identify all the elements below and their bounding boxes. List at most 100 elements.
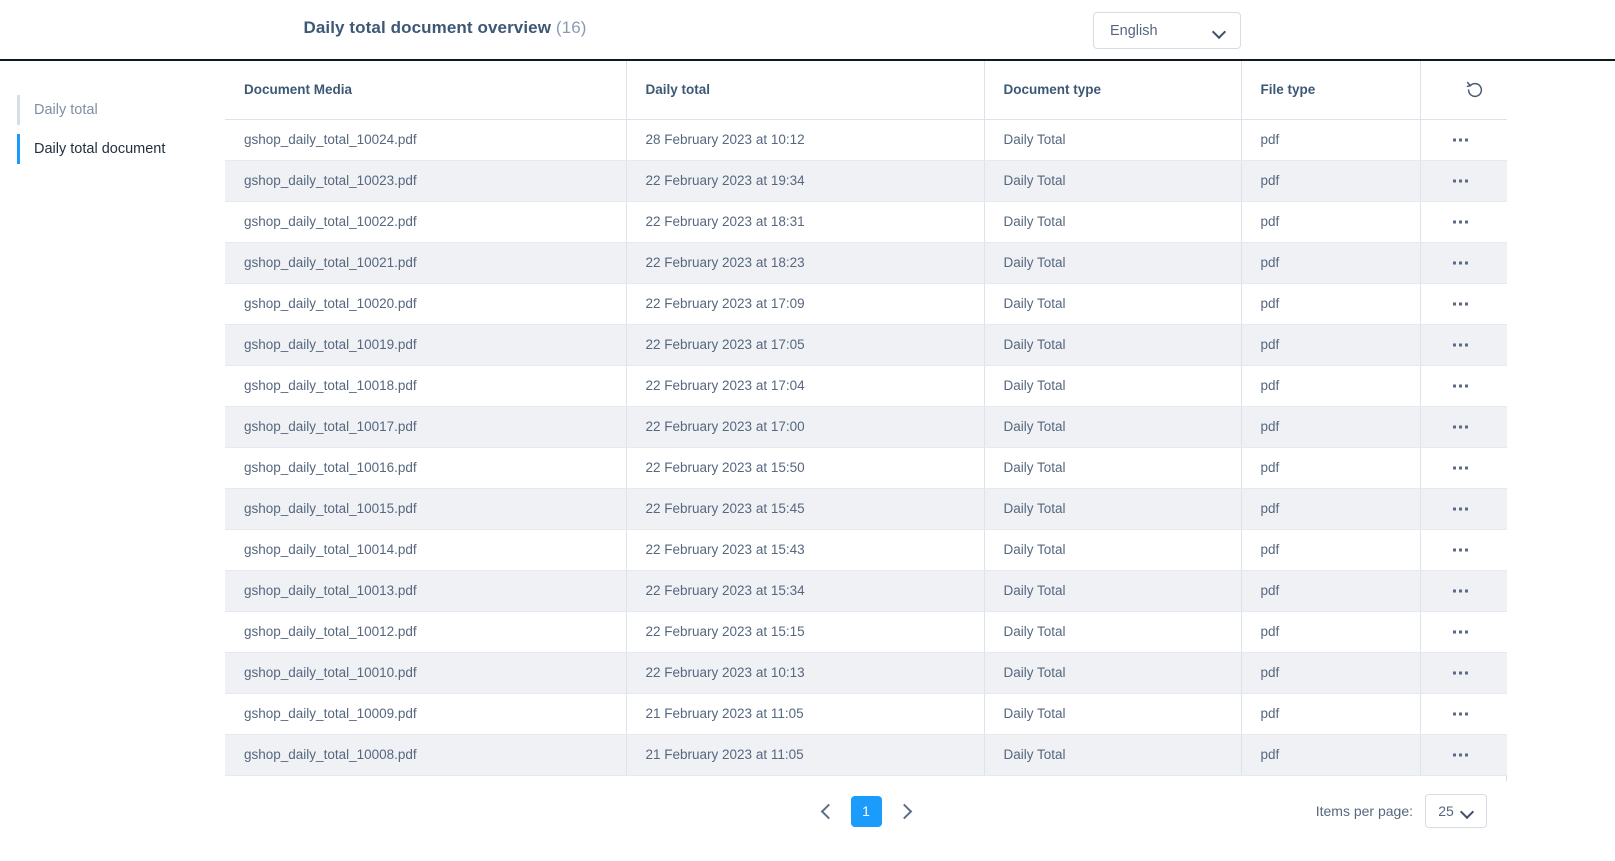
cell-file-type: pdf [1241, 488, 1421, 530]
cell-document-type: Daily Total [984, 447, 1242, 489]
ellipsis-icon[interactable] [1451, 173, 1470, 188]
cell-document-type: Daily Total [984, 611, 1242, 653]
cell-daily-total: 22 February 2023 at 18:31 [626, 201, 985, 243]
table-row[interactable]: gshop_daily_total_10014.pdf 22 February 2… [225, 529, 1507, 571]
cell-daily-total: 22 February 2023 at 19:34 [626, 160, 985, 202]
cell-actions [1420, 406, 1507, 448]
table-row[interactable]: gshop_daily_total_10013.pdf 22 February 2… [225, 570, 1507, 612]
cell-actions [1420, 488, 1507, 530]
ellipsis-icon[interactable] [1451, 132, 1470, 147]
table-row[interactable]: gshop_daily_total_10020.pdf 22 February 2… [225, 283, 1507, 325]
table-row[interactable]: gshop_daily_total_10009.pdf 21 February 2… [225, 693, 1507, 735]
page-title: Daily total document overview (16) [0, 18, 890, 38]
ellipsis-icon[interactable] [1451, 747, 1470, 762]
cell-file-type: pdf [1241, 406, 1421, 448]
cell-media: gshop_daily_total_10020.pdf [225, 283, 627, 325]
ellipsis-icon[interactable] [1451, 583, 1470, 598]
cell-file-type: pdf [1241, 611, 1421, 653]
cell-actions [1420, 242, 1507, 284]
column-header-daily-total[interactable]: Daily total [626, 61, 985, 120]
language-selector[interactable]: English [1093, 12, 1241, 49]
table-row[interactable]: gshop_daily_total_10016.pdf 22 February 2… [225, 447, 1507, 489]
chevron-down-icon [1213, 27, 1226, 35]
cell-document-type: Daily Total [984, 119, 1242, 161]
ellipsis-icon[interactable] [1451, 255, 1470, 270]
ellipsis-icon[interactable] [1451, 706, 1470, 721]
table-row[interactable]: gshop_daily_total_10022.pdf 22 February 2… [225, 201, 1507, 243]
cell-file-type: pdf [1241, 119, 1421, 161]
cell-actions [1420, 734, 1507, 776]
ellipsis-icon[interactable] [1451, 501, 1470, 516]
cell-media: gshop_daily_total_10014.pdf [225, 529, 627, 571]
ellipsis-icon[interactable] [1451, 542, 1470, 557]
cell-daily-total: 22 February 2023 at 18:23 [626, 242, 985, 284]
chevron-left-icon[interactable] [812, 796, 842, 826]
ellipsis-icon[interactable] [1451, 296, 1470, 311]
cell-file-type: pdf [1241, 570, 1421, 612]
cell-daily-total: 22 February 2023 at 17:00 [626, 406, 985, 448]
cell-media: gshop_daily_total_10015.pdf [225, 488, 627, 530]
cell-document-type: Daily Total [984, 529, 1242, 571]
cell-file-type: pdf [1241, 529, 1421, 571]
sidebar-item-label: Daily total [34, 102, 98, 118]
table-row[interactable]: gshop_daily_total_10023.pdf 22 February 2… [225, 160, 1507, 202]
cell-actions [1420, 201, 1507, 243]
cell-actions [1420, 529, 1507, 571]
chevron-right-icon[interactable] [891, 796, 921, 826]
cell-document-type: Daily Total [984, 242, 1242, 284]
cell-media: gshop_daily_total_10024.pdf [225, 119, 627, 161]
table-row[interactable]: gshop_daily_total_10015.pdf 22 February 2… [225, 488, 1507, 530]
ellipsis-icon[interactable] [1451, 214, 1470, 229]
table-row[interactable]: gshop_daily_total_10008.pdf 21 February 2… [225, 734, 1507, 776]
table-row[interactable]: gshop_daily_total_10019.pdf 22 February 2… [225, 324, 1507, 366]
refresh-icon[interactable] [1464, 79, 1486, 101]
cell-daily-total: 22 February 2023 at 17:04 [626, 365, 985, 407]
cell-document-type: Daily Total [984, 652, 1242, 694]
ellipsis-icon[interactable] [1451, 665, 1470, 680]
sidebar-item-daily-total[interactable]: Daily total [17, 95, 98, 125]
cell-daily-total: 28 February 2023 at 10:12 [626, 119, 985, 161]
sidebar-item-daily-total-document[interactable]: Daily total document [17, 134, 165, 164]
table-footer: 1 Items per page: 25 [225, 781, 1507, 841]
column-header-file-type[interactable]: File type [1241, 61, 1421, 120]
table-row[interactable]: gshop_daily_total_10021.pdf 22 February 2… [225, 242, 1507, 284]
sidebar-item-label: Daily total document [34, 141, 166, 157]
ellipsis-icon[interactable] [1451, 337, 1470, 352]
top-bar: Daily total document overview (16) Engli… [0, 0, 1615, 61]
cell-media: gshop_daily_total_10016.pdf [225, 447, 627, 489]
table-row[interactable]: gshop_daily_total_10010.pdf 22 February 2… [225, 652, 1507, 694]
cell-actions [1420, 160, 1507, 202]
ellipsis-icon[interactable] [1451, 419, 1470, 434]
column-header-actions [1420, 61, 1507, 120]
table-header-row: Document Media Daily total Document type… [225, 61, 1507, 120]
documents-table: Document Media Daily total Document type… [225, 61, 1507, 776]
app-root: Daily total document overview (16) Engli… [0, 0, 1615, 861]
sidebar: Daily total Daily total document [0, 61, 225, 861]
cell-media: gshop_daily_total_10017.pdf [225, 406, 627, 448]
language-selector-value: English [1110, 22, 1158, 39]
cell-daily-total: 22 February 2023 at 15:50 [626, 447, 985, 489]
cell-actions [1420, 693, 1507, 735]
cell-media: gshop_daily_total_10023.pdf [225, 160, 627, 202]
ellipsis-icon[interactable] [1451, 460, 1470, 475]
cell-document-type: Daily Total [984, 365, 1242, 407]
table-row[interactable]: gshop_daily_total_10017.pdf 22 February 2… [225, 406, 1507, 448]
ellipsis-icon[interactable] [1451, 624, 1470, 639]
cell-daily-total: 22 February 2023 at 15:34 [626, 570, 985, 612]
table-row[interactable]: gshop_daily_total_10012.pdf 22 February 2… [225, 611, 1507, 653]
items-per-page-select[interactable]: 25 [1425, 794, 1487, 828]
cell-actions [1420, 447, 1507, 489]
cell-document-type: Daily Total [984, 406, 1242, 448]
column-header-document-media[interactable]: Document Media [225, 61, 627, 120]
cell-media: gshop_daily_total_10018.pdf [225, 365, 627, 407]
ellipsis-icon[interactable] [1451, 378, 1470, 393]
column-header-document-type[interactable]: Document type [984, 61, 1242, 120]
table-row[interactable]: gshop_daily_total_10018.pdf 22 February 2… [225, 365, 1507, 407]
cell-daily-total: 22 February 2023 at 10:13 [626, 652, 985, 694]
table-body: gshop_daily_total_10024.pdf 28 February 2… [225, 119, 1507, 776]
cell-file-type: pdf [1241, 201, 1421, 243]
table-row[interactable]: gshop_daily_total_10024.pdf 28 February 2… [225, 119, 1507, 161]
cell-daily-total: 22 February 2023 at 15:43 [626, 529, 985, 571]
cell-daily-total: 22 February 2023 at 15:45 [626, 488, 985, 530]
pagination-page-1[interactable]: 1 [850, 795, 882, 827]
